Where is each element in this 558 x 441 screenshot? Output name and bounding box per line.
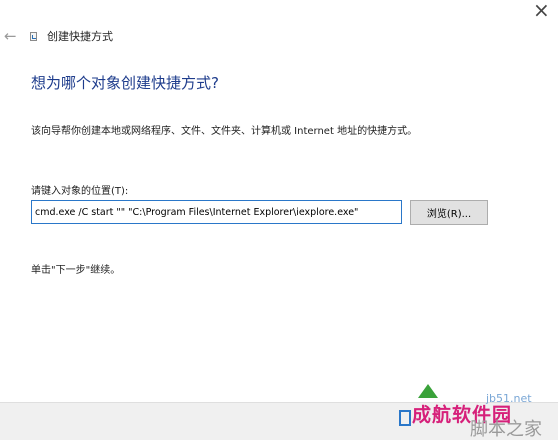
window-title: 创建快捷方式: [47, 30, 113, 43]
watermark-arrow-icon: [418, 384, 438, 398]
shortcut-icon: [30, 32, 37, 41]
browse-button[interactable]: 浏览(R)...: [410, 200, 488, 225]
back-arrow-icon[interactable]: ←: [4, 27, 17, 45]
next-hint: 单击"下一步"继续。: [31, 265, 121, 276]
footer-button[interactable]: [399, 410, 411, 426]
watermark-site: 脚本之家: [470, 419, 542, 440]
location-label: 请键入对象的位置(T):: [31, 186, 129, 197]
page-heading: 想为哪个对象创建快捷方式?: [31, 74, 219, 92]
page-description: 该向导帮你创建本地或网络程序、文件、文件夹、计算机或 Internet 地址的快…: [31, 126, 418, 137]
close-icon[interactable]: ×: [533, 0, 550, 20]
location-input[interactable]: [31, 200, 402, 224]
